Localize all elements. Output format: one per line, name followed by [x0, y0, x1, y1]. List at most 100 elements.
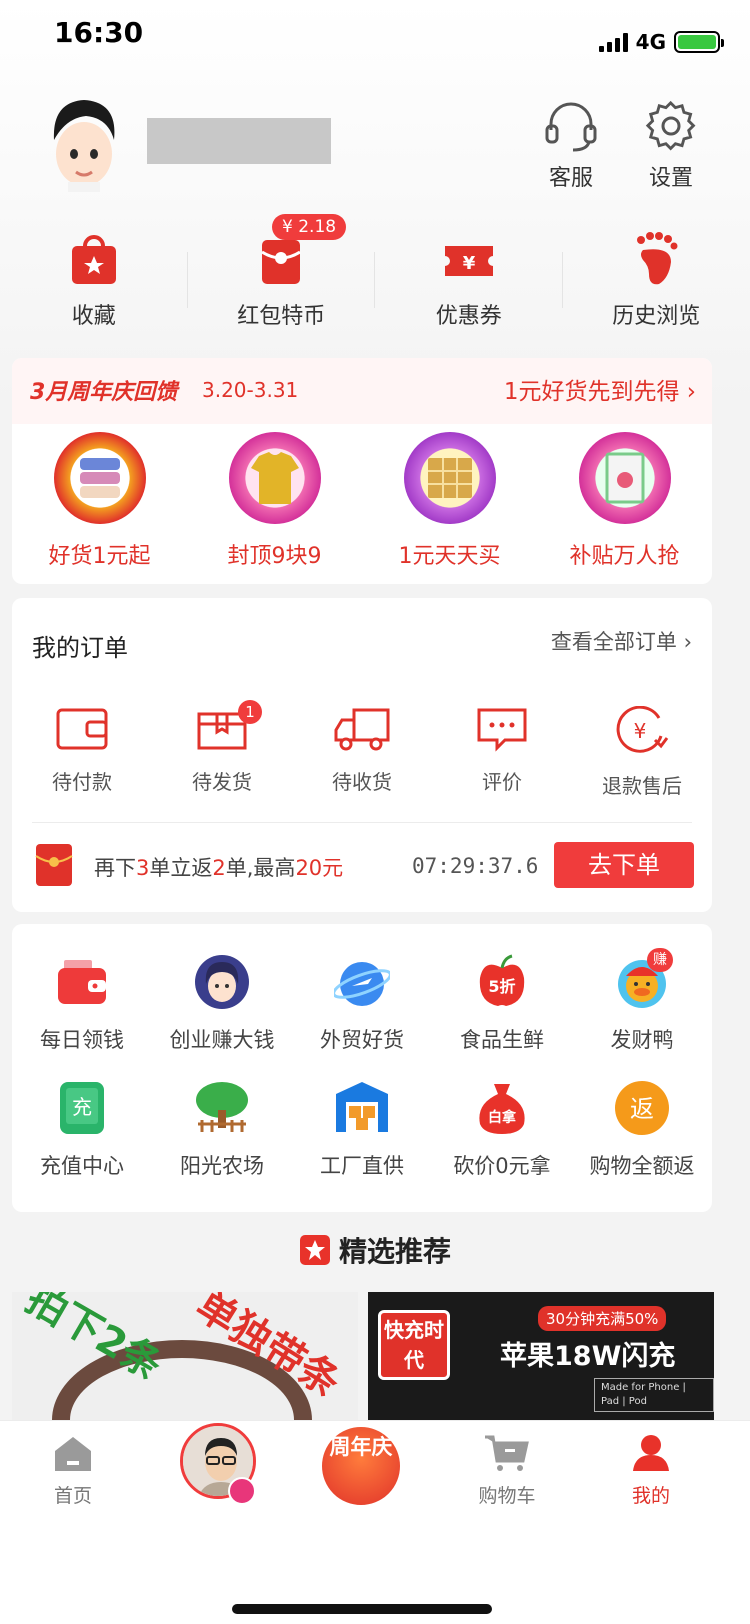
recharge-phone-icon: 充: [60, 1082, 104, 1134]
tree-icon: [196, 1082, 248, 1132]
promo-item[interactable]: 好货1元起: [12, 432, 187, 570]
service-sunshine-farm[interactable]: 阳光农场: [152, 1080, 292, 1180]
promo-title: 3月周年庆回馈: [30, 380, 178, 405]
reward-number: 2: [212, 856, 226, 880]
tab-cart[interactable]: 购物车: [452, 1433, 562, 1508]
quick-label: 收藏: [71, 304, 116, 329]
home-icon: [55, 1437, 91, 1471]
tab-label: 购物车: [478, 1485, 536, 1507]
red-envelope-icon: [35, 844, 73, 886]
factory-icon: [336, 1082, 388, 1132]
tab-label: 我的: [631, 1485, 670, 1507]
service-foreign-trade[interactable]: 外贸好货: [292, 954, 432, 1054]
money-bag-icon: 白拿: [479, 1084, 525, 1134]
svg-text:5折: 5折: [488, 977, 515, 996]
globe-plane-icon: [332, 962, 392, 1006]
svg-text:白拿: 白拿: [488, 1109, 517, 1126]
status-time: 16:30: [54, 16, 144, 49]
quick-history[interactable]: 历史浏览: [563, 222, 750, 342]
svg-text:充: 充: [72, 1095, 92, 1119]
product-title: 苹果18W闪充: [500, 1341, 676, 1372]
quick-red-packet[interactable]: 红包特币: [188, 222, 375, 342]
username-redacted: [147, 118, 331, 164]
fast-charge-label: 快充时代: [378, 1310, 450, 1380]
chevron-right-icon: ›: [683, 630, 692, 654]
pending-shipment-badge: 1: [238, 700, 262, 724]
promo-date: 3.20-3.31: [202, 378, 299, 402]
service-label: 食品生鲜: [460, 1028, 544, 1052]
battery-icon: [674, 31, 724, 53]
promo-item[interactable]: 1元天天买: [362, 432, 537, 570]
quick-coupons[interactable]: ¥ 优惠券: [375, 222, 563, 342]
service-full-refund[interactable]: 返 购物全额返: [572, 1080, 712, 1180]
promo-item-label: 好货1元起: [48, 544, 151, 569]
product-card-charger[interactable]: 快充时代 30分钟充满50% 苹果18W闪充 Made for Phone | …: [368, 1292, 714, 1424]
quick-favorites[interactable]: 收藏: [0, 222, 188, 342]
promo-item[interactable]: 补贴万人抢: [537, 432, 712, 570]
red-packet-badge: ¥ 2.18: [272, 214, 347, 240]
reward-number: 20元: [295, 856, 344, 880]
service-bargain[interactable]: 白拿 砍价0元拿: [432, 1080, 572, 1180]
promo-header: 3月周年庆回馈 3.20-3.31 1元好货先到先得 ›: [12, 358, 712, 424]
service-recharge[interactable]: 充 充值中心: [12, 1080, 152, 1180]
comment-icon: [477, 708, 527, 752]
promo-item-label: 补贴万人抢: [569, 544, 680, 569]
reward-text-part: 再下: [94, 856, 136, 880]
bag-star-icon: [71, 235, 116, 284]
tab-home[interactable]: 首页: [18, 1433, 128, 1508]
order-pending-shipment[interactable]: 1 待发货: [152, 700, 292, 799]
user-avatar[interactable]: [46, 96, 122, 192]
wallet-icon: [56, 708, 108, 750]
settings-button[interactable]: 设置: [636, 100, 706, 192]
services-card: 每日领钱 创业赚大钱 外贸好货 5折 食品生鲜 赚 发财鸭 充 充值中心 阳光农…: [12, 924, 712, 1212]
order-label: 待发货: [192, 770, 252, 794]
chevron-right-icon: ›: [686, 379, 696, 405]
red-wallet-icon: [58, 960, 106, 1004]
my-orders-card: 我的订单 查看全部订单 › 待付款 1 待发货 待收货 评价 ¥ 退款售后 再下…: [12, 598, 712, 912]
recommend-title-text: 精选推荐: [338, 1235, 451, 1268]
promo-link[interactable]: 1元好货先到先得 ›: [504, 372, 696, 406]
place-order-button[interactable]: 去下单: [554, 842, 694, 888]
avatar-girl-icon: [195, 955, 249, 1009]
promo-items: 好货1元起 封顶9块9 1元天天买 补贴万人抢: [12, 432, 712, 570]
settings-label: 设置: [648, 166, 693, 191]
quick-label: 红包特币: [237, 304, 326, 329]
view-all-orders-link[interactable]: 查看全部订单 ›: [551, 626, 692, 656]
reward-text: 再下3单立返2单,最高20元: [94, 852, 343, 882]
towel-icon: [53, 432, 146, 524]
apple-discount-icon: 5折: [479, 954, 525, 1006]
footprint-icon: [637, 232, 678, 285]
order-pending-payment[interactable]: 待付款: [12, 706, 152, 799]
service-fresh-food[interactable]: 5折 食品生鲜: [432, 954, 572, 1054]
promo-link-text: 1元好货先到先得: [503, 379, 680, 405]
refund-coin-icon: 返: [615, 1081, 669, 1135]
order-label: 待收货: [332, 770, 392, 794]
services-grid: 每日领钱 创业赚大钱 外贸好货 5折 食品生鲜 赚 发财鸭 充 充值中心 阳光农…: [12, 948, 712, 1180]
service-label: 阳光农场: [180, 1154, 264, 1178]
service-daily-money[interactable]: 每日领钱: [12, 954, 152, 1054]
anniversary-promo-card: 3月周年庆回馈 3.20-3.31 1元好货先到先得 › 好货1元起 封顶9块9…: [12, 358, 712, 584]
divider: [32, 822, 692, 823]
order-label: 退款售后: [602, 774, 682, 798]
customer-service-button[interactable]: 客服: [536, 100, 606, 192]
tissue-box-icon: [403, 432, 496, 524]
quick-label: 优惠券: [435, 304, 502, 329]
earn-badge: 赚: [647, 948, 673, 972]
customer-service-label: 客服: [548, 166, 593, 191]
service-startup[interactable]: 创业赚大钱: [152, 954, 292, 1054]
product-card-belt[interactable]: 拍下2条 单独带条: [12, 1292, 358, 1424]
order-pending-receipt[interactable]: 待收货: [292, 706, 432, 799]
order-refund[interactable]: ¥ 退款售后: [572, 705, 712, 799]
tab-anniversary[interactable]: 周年庆: [318, 1423, 404, 1509]
quick-actions: 收藏 红包特币 ¥ 优惠券 历史浏览: [0, 222, 750, 342]
svg-text:¥: ¥: [634, 719, 647, 743]
service-label: 工厂直供: [320, 1154, 404, 1178]
order-review[interactable]: 评价: [432, 706, 572, 799]
refund-icon: ¥: [616, 705, 669, 753]
service-factory-direct[interactable]: 工厂直供: [292, 1080, 432, 1180]
tab-mine[interactable]: 我的: [596, 1433, 706, 1508]
orders-title: 我的订单: [32, 634, 128, 662]
promo-item[interactable]: 封顶9块9: [187, 432, 362, 570]
svg-text:返: 返: [630, 1095, 654, 1123]
service-lucky-duck[interactable]: 赚 发财鸭: [572, 948, 712, 1054]
